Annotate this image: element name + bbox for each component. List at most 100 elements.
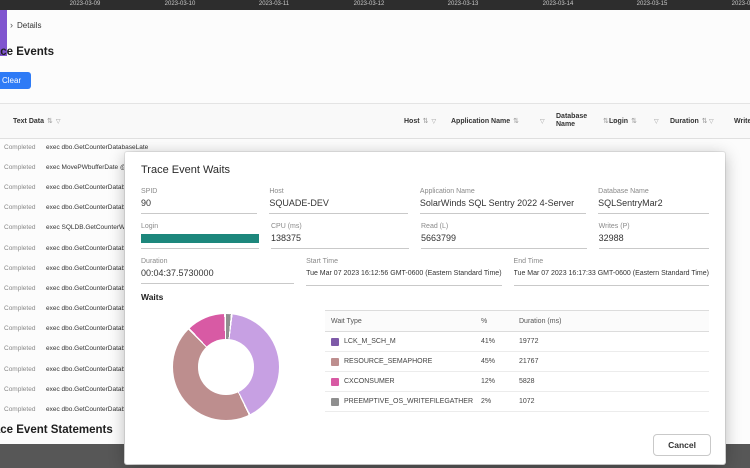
field-application-name: Application Name SolarWinds SQL Sentry 2… [420,188,586,214]
trace-event-waits-modal: Trace Event Waits SPID 90 Host SQUADE-DE… [125,152,725,464]
field-value: Tue Mar 07 2023 16:12:56 GMT-0600 (Easte… [306,268,501,286]
field-label: End Time [514,258,709,265]
row-status: Completed [4,345,46,352]
field-value: 00:04:37.5730000 [141,268,294,284]
wait-type-label: PREEMPTIVE_OS_WRITEFILEGATHER [344,398,473,405]
timeline-date: 2023-03-09 [70,1,101,7]
waits-table: Wait Type % Duration (ms) LCK_M_SCH_M 41… [325,310,709,420]
column-header-duration[interactable]: Duration ⇅ [670,104,708,138]
waits-section: Wait Type % Duration (ms) LCK_M_SCH_M 41… [141,310,709,420]
field-label: Read (L) [421,223,587,230]
waits-section-title: Waits [141,292,709,302]
cancel-button[interactable]: Cancel [653,434,711,456]
row-status: Completed [4,305,46,312]
filter-icon[interactable]: ▽ [709,118,714,125]
wait-type-label: CXCONSUMER [344,378,395,385]
column-header-host[interactable]: Host ⇅ ▽ [404,104,436,138]
wait-color-swatch [331,398,339,406]
wait-type-label: RESOURCE_SEMAPHORE [344,358,432,365]
timeline-date: 2023-03-10 [165,1,196,7]
sort-icon[interactable]: ⇅ [47,117,53,125]
filter-icon[interactable]: ▽ [431,118,436,125]
field-spid: SPID 90 [141,188,257,214]
field-end-time: End Time Tue Mar 07 2023 16:17:33 GMT-06… [514,258,709,286]
field-label: Duration [141,258,294,265]
field-value: 90 [141,198,257,214]
wait-row: PREEMPTIVE_OS_WRITEFILEGATHER 2% 1072 [325,392,709,412]
field-login: Login [141,223,259,249]
trace-events-title: Trace Events [0,46,54,58]
row-status: Completed [4,265,46,272]
field-duration: Duration 00:04:37.5730000 [141,258,294,286]
column-header-database-name[interactable]: Database Name ⇅ ▽ [556,104,617,138]
field-value: SolarWinds SQL Sentry 2022 4-Server [420,198,586,214]
row-status: Completed [4,366,46,373]
field-value: 138375 [271,233,409,249]
field-read-l: Read (L) 5663799 [421,223,587,249]
details-toggle[interactable]: › Details [10,21,41,30]
wait-row: RESOURCE_SEMAPHORE 45% 21767 [325,352,709,372]
field-value: 32988 [599,233,709,249]
wait-duration: 5828 [519,378,709,385]
sort-icon[interactable]: ⇅ [702,117,708,125]
wait-percent: 41% [481,338,519,345]
wait-type-cell: PREEMPTIVE_OS_WRITEFILEGATHER [325,398,481,406]
column-label: Database Name [556,113,600,130]
column-filter-application-name[interactable]: ▽ [540,104,545,138]
row-status: Completed [4,184,46,191]
field-value [141,233,259,249]
sort-icon[interactable]: ⇅ [513,117,519,125]
field-label: Database Name [598,188,709,195]
column-label: Application Name [451,118,510,125]
sort-icon[interactable]: ⇅ [631,117,637,125]
row-status: Completed [4,204,46,211]
field-label: CPU (ms) [271,223,409,230]
column-header-writes[interactable]: Writes ⇅ [734,104,750,138]
wait-type-cell: RESOURCE_SEMAPHORE [325,358,481,366]
field-cpu-ms: CPU (ms) 138375 [271,223,409,249]
row-status: Completed [4,325,46,332]
field-label: Application Name [420,188,586,195]
app-root: 2023-03-09 2023-03-10 2023-03-11 2023-03… [0,0,750,468]
modal-title: Trace Event Waits [141,164,709,176]
row-status: Completed [4,164,46,171]
column-header-login[interactable]: Login ⇅ [609,104,637,138]
field-label: SPID [141,188,257,195]
field-label: Start Time [306,258,501,265]
waits-col-type: Wait Type [325,318,481,325]
timeline-date: 2023-03-13 [448,1,479,7]
clear-button[interactable]: Clear [0,72,31,89]
wait-percent: 45% [481,358,519,365]
field-value: 5663799 [421,233,587,249]
sort-icon[interactable]: ⇅ [603,117,609,125]
field-value: SQUADE-DEV [269,198,408,214]
row-status: Completed [4,406,46,413]
field-value: Tue Mar 07 2023 16:17:33 GMT-0600 (Easte… [514,268,709,286]
wait-duration: 1072 [519,398,709,405]
row-status: Completed [4,386,46,393]
column-header-text-data[interactable]: Text Data ⇅ ▽ [13,104,61,138]
fields-row-1: SPID 90 Host SQUADE-DEV Application Name… [141,188,709,214]
column-filter-duration[interactable]: ▽ [709,104,714,138]
timeline-date-bar: 2023-03-09 2023-03-10 2023-03-11 2023-03… [0,0,750,10]
timeline-date: 2023-03-16 [732,1,750,7]
column-label: Text Data [13,118,44,125]
wait-type-label: LCK_M_SCH_M [344,338,396,345]
waits-col-percent: % [481,318,519,325]
timeline-date: 2023-03-11 [259,1,289,7]
column-label: Writes [734,118,750,125]
field-label: Login [141,223,259,230]
filter-icon[interactable]: ▽ [654,118,659,125]
waits-donut-chart [173,314,279,420]
events-table-header: Text Data ⇅ ▽ Host ⇅ ▽ Application Name … [0,103,750,139]
trace-event-statements-title: Trace Event Statements [0,424,113,436]
row-text: exec dbo.GetCounterDatabaseLate [46,144,148,151]
column-filter-login[interactable]: ▽ [654,104,659,138]
column-header-application-name[interactable]: Application Name ⇅ [451,104,519,138]
wait-type-cell: CXCONSUMER [325,378,481,386]
filter-icon[interactable]: ▽ [540,118,545,125]
sort-icon[interactable]: ⇅ [423,117,429,125]
waits-donut-wrap [141,310,311,420]
wait-color-swatch [331,378,339,386]
filter-icon[interactable]: ▽ [56,118,61,125]
